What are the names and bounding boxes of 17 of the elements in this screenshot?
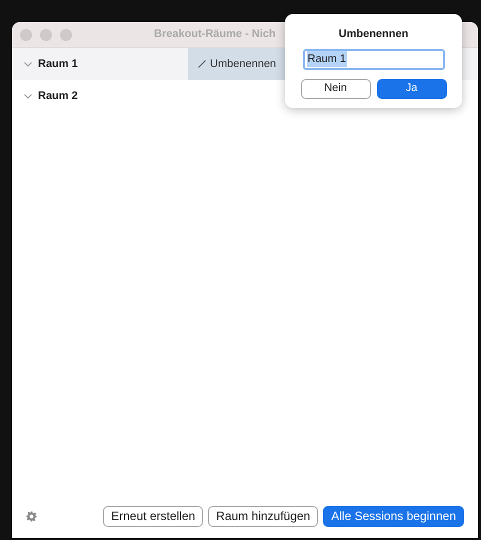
footer-button[interactable]: Raum hinzufügen bbox=[208, 506, 318, 526]
minimize-button[interactable] bbox=[40, 28, 52, 40]
chevron-down-icon[interactable] bbox=[24, 94, 32, 98]
settings-icon[interactable] bbox=[26, 510, 37, 522]
dialog-button[interactable]: Nein bbox=[300, 78, 370, 98]
dialog-button[interactable]: Ja bbox=[376, 78, 446, 98]
window-title: Breakout-Räume - Nich bbox=[154, 27, 276, 42]
name-input-field[interactable]: Raum 1 bbox=[302, 48, 444, 70]
footer-button[interactable]: Alle Sessions beginnen bbox=[323, 506, 464, 526]
footer-button[interactable]: Erneut erstellen bbox=[103, 506, 204, 526]
popover-title: Umbenennen bbox=[338, 27, 408, 42]
close-button[interactable] bbox=[20, 28, 32, 40]
zoom-button[interactable] bbox=[60, 28, 72, 40]
room-name: Raum 2 bbox=[38, 88, 78, 104]
room-name: Raum 1 bbox=[38, 56, 78, 72]
pencil-icon bbox=[198, 60, 206, 68]
chevron-down-icon[interactable] bbox=[24, 62, 32, 66]
